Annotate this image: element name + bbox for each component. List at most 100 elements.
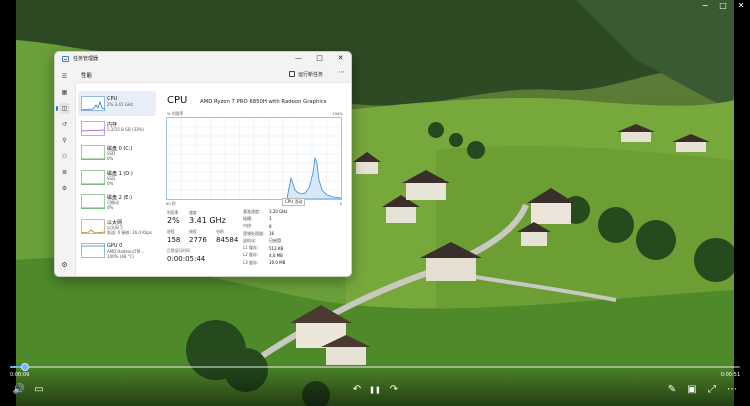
spec-key: L1 缓存: bbox=[243, 245, 259, 251]
spec-value: 8 bbox=[269, 223, 272, 229]
letterbox-left bbox=[0, 0, 16, 406]
close-icon[interactable]: ✕ bbox=[330, 52, 351, 64]
device-item[interactable]: 磁盘 1 (D:) SSD 0% bbox=[78, 165, 156, 190]
stat-value: 2776 bbox=[189, 236, 207, 244]
fullscreen-icon[interactable]: ⤢ bbox=[705, 383, 719, 397]
device-thumbnail bbox=[81, 194, 105, 209]
window-title: 任务管理器 bbox=[73, 56, 99, 62]
spec-value: 3.20 GHz bbox=[269, 209, 288, 215]
spec-key: 基准速度: bbox=[243, 208, 261, 214]
spec-key: L2 缓存: bbox=[243, 252, 259, 258]
device-subtitle: 5.2/15.8 GB (33%) bbox=[107, 126, 145, 132]
spec-row: L2 缓存: 4.0 MB bbox=[243, 252, 287, 259]
letterbox-right bbox=[734, 0, 750, 406]
device-item[interactable]: 磁盘 2 (E:) 可移动 0% bbox=[78, 189, 156, 214]
rewind-10-icon[interactable]: ↶ bbox=[350, 383, 364, 397]
device-item[interactable]: 内存 5.2/15.8 GB (33%) bbox=[78, 116, 156, 141]
maximize-icon[interactable]: □ bbox=[309, 52, 330, 64]
run-new-task-button[interactable]: 运行新任务 bbox=[288, 70, 323, 78]
cpu-detail: CPU AMD Ryzen 7 PRO 6850H with Radeon Gr… bbox=[164, 83, 351, 276]
device-item[interactable]: 磁盘 0 (C:) SSD 0% bbox=[78, 140, 156, 165]
cpu-specs: 基准速度: 3.20 GHz 插槽: 1 内核: 8 逻辑处理器: 16 虚拟化: 已启用 L1 缓… bbox=[243, 208, 287, 266]
processes-icon[interactable]: ▦ bbox=[59, 87, 70, 98]
spec-row: 插槽: 1 bbox=[243, 215, 287, 222]
device-item[interactable]: GPU 0 AMD Radeon(TM... 100% (48 °C) bbox=[78, 238, 156, 263]
settings-icon[interactable]: ⚙ bbox=[59, 260, 70, 271]
spec-row: 基准速度: 3.20 GHz bbox=[243, 208, 287, 215]
stat-value: 84584 bbox=[216, 236, 239, 244]
device-subtitle: AMD Radeon(TM... 100% (48 °C) bbox=[107, 249, 144, 259]
performance-icon[interactable]: ◫ bbox=[56, 103, 70, 114]
spec-key: 插槽: bbox=[243, 215, 253, 221]
stat-handles: 句柄 84584 bbox=[216, 229, 238, 245]
device-subtitle: SSD 0% bbox=[107, 151, 116, 161]
run-task-icon bbox=[288, 71, 295, 77]
cpu-graph-svg bbox=[167, 118, 342, 200]
minimize-icon[interactable]: — bbox=[288, 52, 309, 64]
device-subtitle: 以太网 5 发送: 0 接收: 16.0 Kbps bbox=[107, 224, 153, 235]
device-thumbnail bbox=[81, 145, 105, 160]
users-icon[interactable]: ⚇ bbox=[59, 151, 70, 162]
spec-row: L1 缓存: 512 KB bbox=[243, 244, 287, 251]
duration-time: 0:00:51 bbox=[720, 372, 740, 378]
stat-utilization: 利用率 2% bbox=[167, 210, 180, 226]
services-icon[interactable]: ⚙ bbox=[59, 183, 70, 194]
device-subtitle: 2% 3.41 GHz bbox=[107, 102, 134, 107]
task-manager-window: 任务管理器 — □ ✕ ☰ ▦ ◫ ↺ ⚲ ⚇ ≣ ⚙ ⚙ 性能 运行新任务 ⋯… bbox=[54, 51, 352, 277]
performance-panel: CPU 2% 3.41 GHz 内存 5.2/15.8 GB (33%) 磁盘 0 (C… bbox=[75, 82, 351, 276]
stat-threads: 线程 2776 bbox=[189, 229, 207, 245]
stat-processes: 进程 158 bbox=[167, 229, 180, 245]
window-buttons: — □ ✕ bbox=[288, 52, 351, 64]
app-history-icon[interactable]: ↺ bbox=[59, 119, 70, 130]
utilization-axis-max: 100% bbox=[332, 111, 343, 116]
device-thumbnail bbox=[81, 243, 105, 258]
menu-icon[interactable]: ☰ bbox=[59, 71, 70, 82]
device-thumbnail bbox=[81, 96, 105, 111]
spec-key: L3 缓存: bbox=[243, 259, 259, 265]
volume-icon[interactable]: 🔊 bbox=[12, 383, 26, 397]
more-icon[interactable]: ⋯ bbox=[725, 383, 739, 397]
device-subtitle: 可移动 0% bbox=[107, 200, 119, 210]
player-caption-buttons: − □ ✕ bbox=[696, 0, 750, 12]
device-thumbnail bbox=[81, 169, 105, 185]
spec-value: 512 KB bbox=[269, 245, 284, 251]
spec-row: 虚拟化: 已启用 bbox=[243, 237, 287, 244]
subtitles-icon[interactable]: ▭ bbox=[32, 383, 46, 397]
page-header: 性能 运行新任务 ⋯ bbox=[75, 66, 351, 82]
stat-value: 0:00:05:44 bbox=[167, 255, 206, 263]
startup-icon[interactable]: ⚲ bbox=[59, 135, 70, 146]
device-thumbnail bbox=[81, 120, 105, 136]
device-item[interactable]: CPU 2% 3.41 GHz bbox=[78, 91, 156, 116]
device-item[interactable]: 以太网 以太网 5 发送: 0 接收: 16.0 Kbps bbox=[78, 214, 156, 239]
graph-time-span: 60 秒 bbox=[166, 201, 176, 206]
stat-speed: 速度 3.41 GHz bbox=[189, 210, 226, 226]
spec-row: 逻辑处理器: 16 bbox=[243, 230, 287, 237]
seek-thumb[interactable] bbox=[20, 363, 29, 371]
stat-value: 2% bbox=[167, 216, 180, 225]
stat-value: 158 bbox=[167, 236, 181, 244]
graph-zero: 0 bbox=[339, 201, 342, 206]
minimize-icon[interactable]: − bbox=[696, 0, 714, 12]
spec-value: 16.0 MB bbox=[269, 260, 286, 266]
nav-rail: ☰ ▦ ◫ ↺ ⚲ ⚇ ≣ ⚙ bbox=[55, 66, 75, 276]
cpu-utilization-graph[interactable] bbox=[166, 117, 342, 200]
current-time: 0:00:09 bbox=[10, 372, 30, 378]
maximize-icon[interactable]: □ bbox=[714, 0, 732, 12]
stat-value: 3.41 GHz bbox=[189, 216, 226, 225]
stat-uptime: 正常运行时间 0:00:05:44 bbox=[167, 248, 205, 264]
pause-icon[interactable]: ❚❚ bbox=[368, 383, 382, 397]
spec-row: 内核: 8 bbox=[243, 223, 287, 230]
device-subtitle: SSD 0% bbox=[107, 175, 116, 186]
more-options-icon[interactable]: ⋯ bbox=[338, 68, 345, 76]
close-icon[interactable]: ✕ bbox=[732, 0, 750, 12]
forward-30-icon[interactable]: ↷ bbox=[387, 383, 401, 397]
seek-bar[interactable] bbox=[10, 363, 740, 371]
spec-key: 内核: bbox=[243, 223, 253, 229]
spec-value: 已启用 bbox=[269, 237, 281, 243]
device-list: CPU 2% 3.41 GHz 内存 5.2/15.8 GB (33%) 磁盘 0 (C… bbox=[78, 91, 156, 263]
title-bar[interactable]: 任务管理器 — □ ✕ bbox=[55, 52, 351, 66]
edit-icon[interactable]: ✎ bbox=[665, 383, 679, 397]
task-manager-logo-icon bbox=[62, 56, 69, 62]
cast-icon[interactable]: ▣ bbox=[685, 383, 699, 397]
details-icon[interactable]: ≣ bbox=[59, 167, 70, 178]
